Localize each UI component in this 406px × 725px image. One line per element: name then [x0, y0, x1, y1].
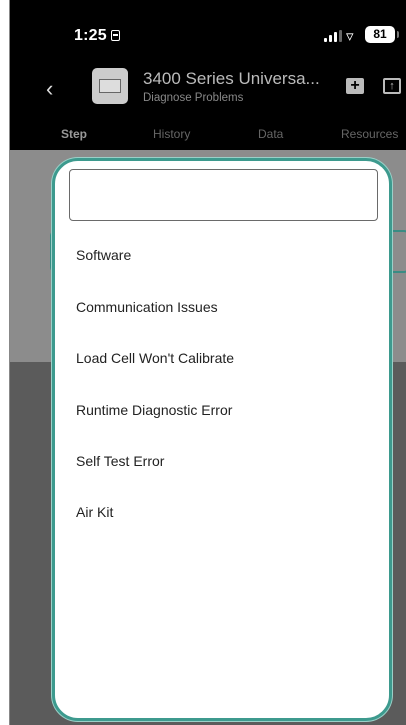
- option-load-cell[interactable]: Load Cell Won't Calibrate: [76, 350, 234, 366]
- tab-resources[interactable]: Resources: [341, 127, 398, 141]
- option-runtime-diagnostic-error[interactable]: Runtime Diagnostic Error: [76, 402, 232, 418]
- wifi-icon: ▿: [346, 28, 354, 45]
- page-subtitle: Diagnose Problems: [143, 92, 244, 104]
- app-bar: ‹ 3400 Series Universa... Diagnose Probl…: [10, 58, 406, 118]
- option-self-test-error[interactable]: Self Test Error: [76, 453, 164, 469]
- device-thumbnail: [92, 68, 128, 104]
- search-input[interactable]: [69, 169, 378, 221]
- tab-history[interactable]: History: [153, 127, 190, 141]
- option-software[interactable]: Software: [76, 247, 131, 263]
- share-icon[interactable]: ↑: [383, 78, 401, 94]
- signal-icon: [324, 30, 342, 42]
- tab-step[interactable]: Step: [61, 127, 87, 141]
- status-bar: 1:25 ▿ 81: [10, 0, 406, 58]
- battery-icon: 81: [365, 26, 399, 43]
- back-icon[interactable]: ‹: [46, 76, 53, 102]
- tab-data[interactable]: Data: [258, 127, 283, 141]
- status-time: 1:25: [74, 27, 120, 45]
- add-icon[interactable]: +: [346, 78, 364, 94]
- tab-bar: Step History Data Resources: [10, 118, 406, 150]
- option-air-kit[interactable]: Air Kit: [76, 504, 113, 520]
- option-communication-issues[interactable]: Communication Issues: [76, 299, 218, 315]
- sim-icon: [110, 30, 120, 41]
- picker-sheet: Software Communication Issues Load Cell …: [52, 158, 392, 721]
- page-title: 3400 Series Universa...: [143, 69, 320, 88]
